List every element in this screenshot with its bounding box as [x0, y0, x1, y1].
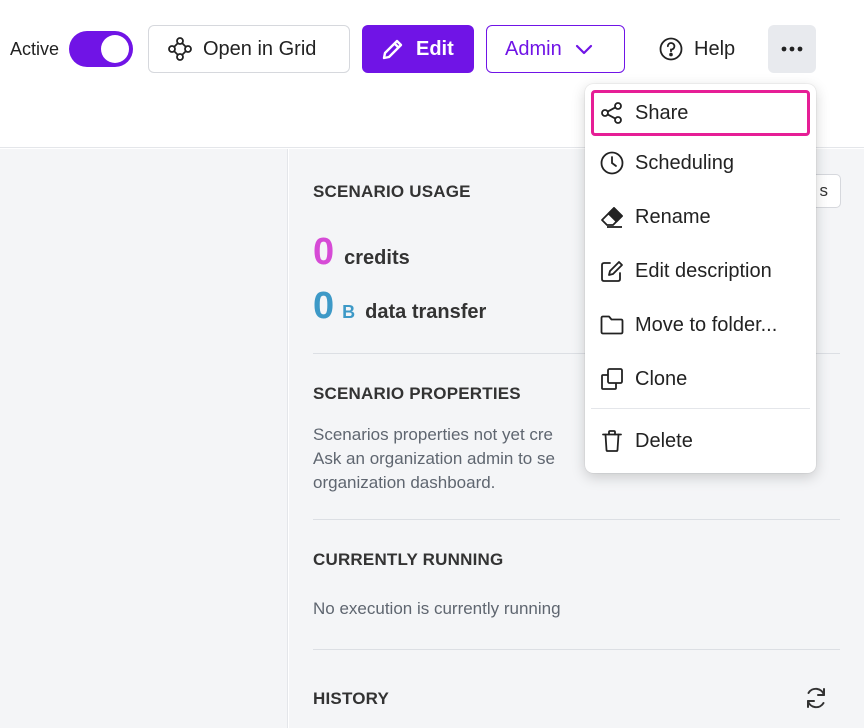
trash-icon — [599, 428, 625, 454]
open-in-grid-button[interactable]: Open in Grid — [148, 25, 350, 73]
share-icon — [599, 100, 625, 126]
currently-running-title: CURRENTLY RUNNING — [313, 550, 504, 569]
menu-divider — [591, 408, 810, 409]
menu-item-rename[interactable]: Rename — [591, 194, 810, 240]
data-transfer-unit: B — [342, 302, 356, 322]
usage-title: SCENARIO USAGE — [313, 182, 471, 201]
menu-item-share[interactable]: Share — [591, 90, 810, 136]
pencil-icon — [380, 36, 406, 62]
more-options-menu: Share Scheduling Rename Edit description — [585, 84, 816, 473]
edit-button[interactable]: Edit — [362, 25, 474, 73]
properties-title: SCENARIO PROPERTIES — [313, 384, 521, 403]
admin-label: Admin — [505, 37, 562, 60]
active-toggle[interactable] — [69, 31, 134, 67]
menu-item-label: Edit description — [635, 259, 772, 282]
credits-row: 0 credits — [313, 231, 410, 274]
data-transfer-row: 0 B data transfer — [313, 285, 486, 328]
grid-nodes-icon — [167, 36, 193, 62]
toggle-knob — [101, 35, 130, 63]
menu-item-clone[interactable]: Clone — [591, 356, 810, 402]
eraser-icon — [599, 204, 625, 230]
clock-icon — [599, 150, 625, 176]
currently-running-text: No execution is currently running — [313, 599, 561, 618]
credits-value: 0 — [313, 231, 335, 273]
menu-item-label: Rename — [635, 205, 711, 228]
menu-item-label: Move to folder... — [635, 313, 778, 336]
edit-icon — [599, 258, 625, 284]
properties-text-line2: Ask an organization admin to se — [313, 449, 555, 468]
data-transfer-value: 0 — [313, 285, 335, 327]
credits-label: credits — [344, 247, 410, 269]
menu-item-label: Delete — [635, 429, 693, 452]
more-options-button[interactable] — [768, 25, 816, 73]
menu-item-label: Scheduling — [635, 151, 734, 174]
properties-text-line3: organization dashboard. — [313, 473, 496, 492]
help-button[interactable]: Help — [640, 25, 756, 73]
properties-text-line1: Scenarios properties not yet cre — [313, 425, 554, 444]
ellipsis-icon — [781, 46, 803, 52]
active-label: Active — [10, 38, 60, 59]
history-title: HISTORY — [313, 689, 390, 708]
menu-item-edit-description[interactable]: Edit description — [591, 248, 810, 294]
menu-item-move-to-folder[interactable]: Move to folder... — [591, 302, 810, 348]
help-label: Help — [694, 37, 736, 60]
divider — [313, 519, 840, 520]
folder-icon — [599, 312, 625, 338]
data-transfer-label: data transfer — [365, 301, 487, 323]
open-in-grid-label: Open in Grid — [203, 37, 317, 60]
menu-item-label: Share — [635, 101, 689, 124]
menu-item-delete[interactable]: Delete — [591, 418, 810, 464]
left-panel — [0, 149, 288, 728]
refresh-icon[interactable] — [803, 685, 829, 711]
chevron-down-icon — [572, 37, 596, 61]
admin-dropdown-button[interactable]: Admin — [486, 25, 625, 73]
menu-item-scheduling[interactable]: Scheduling — [591, 140, 810, 186]
menu-item-label: Clone — [635, 367, 688, 390]
active-toggle-group: Active — [10, 30, 134, 68]
clone-icon — [599, 366, 625, 392]
edit-label: Edit — [416, 37, 454, 60]
divider — [313, 649, 840, 650]
help-circle-icon — [658, 36, 684, 62]
